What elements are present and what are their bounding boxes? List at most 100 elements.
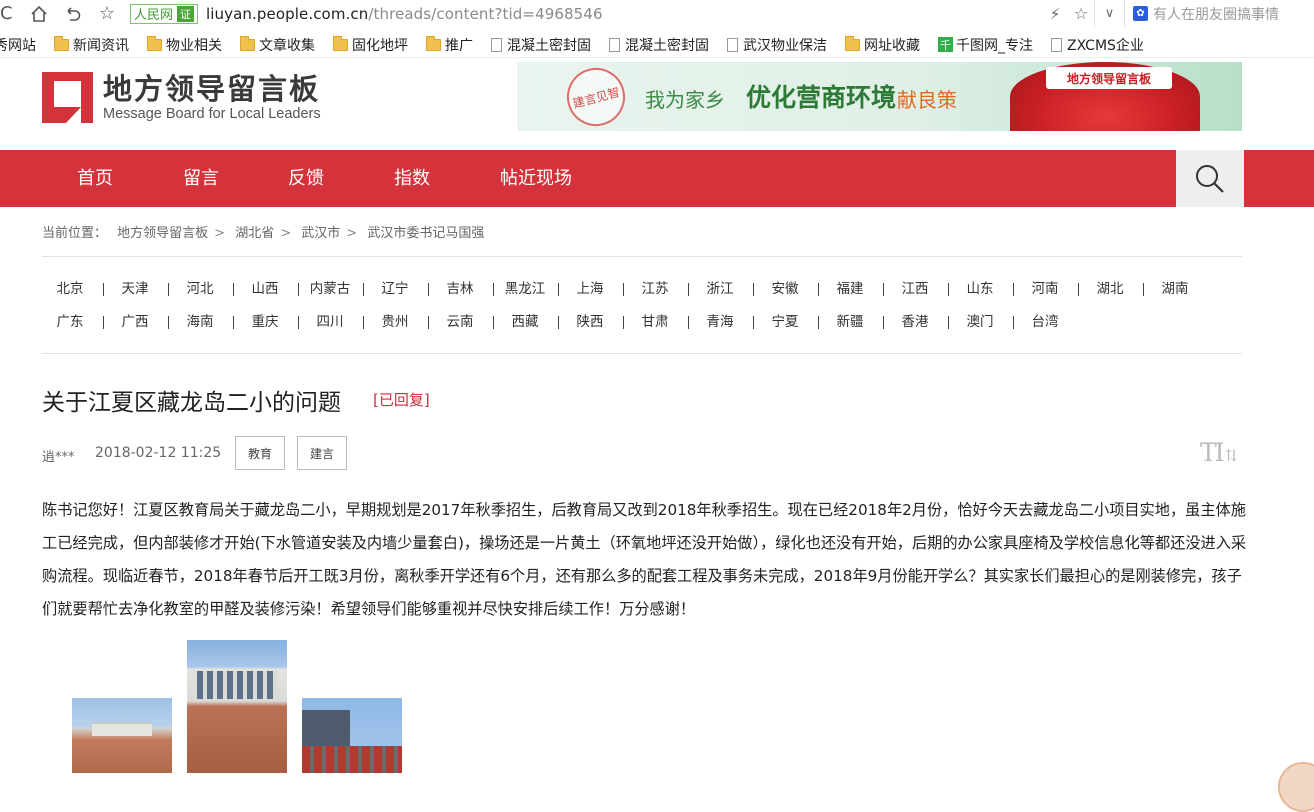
province-link[interactable]: 福建 [822, 279, 878, 299]
province-link[interactable]: 江西 [887, 279, 943, 299]
site-badge-label: 人民网 [134, 8, 174, 23]
hot-search-box[interactable]: ✿ 有人在朋友圈搞事情 [1124, 0, 1314, 27]
province-link[interactable]: 重庆 [237, 312, 293, 332]
bookmark-item[interactable]: 固化地坪 [333, 35, 408, 55]
nav-home[interactable]: 首页 [77, 150, 113, 207]
nav-feedback[interactable]: 反馈 [288, 150, 324, 207]
bookmark-item[interactable]: 物业相关 [147, 35, 222, 55]
bookmark-item[interactable]: 武汉物业保洁 [727, 35, 827, 55]
province-link[interactable]: 青海 [692, 312, 748, 332]
province-link[interactable]: 安徽 [757, 279, 813, 299]
province-link[interactable]: 海南 [172, 312, 228, 332]
banner-line2: 优化营商环境 [746, 83, 897, 112]
province-separator [883, 316, 884, 329]
bookmark-item[interactable]: 推广 [426, 35, 473, 55]
province-link[interactable]: 山东 [952, 279, 1008, 299]
chevron-down-icon[interactable]: ∨ [1094, 0, 1124, 27]
province-separator [818, 283, 819, 296]
qiantu-icon: 千 [938, 37, 953, 52]
bookmark-item[interactable]: 混凝土密封固 [491, 35, 591, 55]
url-input[interactable]: liuyan.people.com.cn/threads/content?tid… [206, 5, 603, 23]
breadcrumb-separator: > [346, 226, 358, 241]
bookmark-item[interactable]: 千千图网_专注 [938, 35, 1033, 55]
province-separator [428, 316, 429, 329]
status-badge: [已回复] [373, 391, 430, 409]
province-separator [753, 316, 754, 329]
home-icon[interactable] [22, 0, 56, 27]
cert-badge: 证 [177, 5, 195, 22]
nav-messages[interactable]: 留言 [183, 150, 219, 207]
province-link[interactable]: 四川 [302, 312, 358, 332]
province-link[interactable]: 江苏 [627, 279, 683, 299]
province-link[interactable]: 浙江 [692, 279, 748, 299]
province-separator [233, 283, 234, 296]
floating-widget-icon[interactable] [1278, 762, 1314, 812]
banner-lantern-label: 地方领导留言板 [1046, 67, 1172, 89]
province-link[interactable]: 湖南 [1147, 279, 1203, 299]
bookmark-item[interactable]: ZXCMS企业 [1051, 35, 1144, 55]
attachment-photo-2[interactable] [187, 640, 287, 773]
tag-education[interactable]: 教育 [235, 436, 285, 470]
province-link[interactable]: 辽宁 [367, 279, 423, 299]
province-link[interactable]: 天津 [107, 279, 163, 299]
province-link[interactable]: 北京 [42, 279, 98, 299]
folder-icon [426, 35, 441, 51]
province-link[interactable]: 贵州 [367, 312, 423, 332]
province-link[interactable]: 西藏 [497, 312, 553, 332]
bookmark-star-icon[interactable]: ☆ [90, 0, 124, 27]
tag-suggestion[interactable]: 建言 [297, 436, 347, 470]
province-link[interactable]: 澳门 [952, 312, 1008, 332]
province-link[interactable]: 内蒙古 [302, 279, 358, 299]
province-link[interactable]: 广西 [107, 312, 163, 332]
page-icon [727, 37, 738, 52]
nav-onsite[interactable]: 帖近现场 [500, 150, 572, 207]
reload-icon[interactable]: C [0, 0, 22, 27]
province-separator [688, 283, 689, 296]
breadcrumb-item-city[interactable]: 武汉市 [301, 226, 340, 241]
province-separator [1143, 283, 1144, 296]
baidu-paw-icon: ✿ [1133, 6, 1148, 21]
province-link[interactable]: 甘肃 [627, 312, 683, 332]
province-link[interactable]: 陕西 [562, 312, 618, 332]
campaign-banner[interactable]: 建言见智 我为家乡 优化营商环境 献良策 地方领导留言板 [517, 62, 1242, 131]
undo-icon[interactable] [56, 0, 90, 27]
bookmark-label: 秀网站 [0, 37, 36, 54]
favorite-icon[interactable]: ☆ [1068, 4, 1094, 23]
province-separator [623, 316, 624, 329]
province-link[interactable]: 上海 [562, 279, 618, 299]
bookmark-item[interactable]: 文章收集 [240, 35, 315, 55]
province-separator [363, 283, 364, 296]
bookmark-item[interactable]: 网址收藏 [845, 35, 920, 55]
bookmark-label: ZXCMS企业 [1067, 37, 1144, 54]
province-link[interactable]: 河北 [172, 279, 228, 299]
bookmark-item[interactable]: 混凝土密封固 [609, 35, 709, 55]
province-link[interactable]: 河南 [1017, 279, 1073, 299]
bookmark-item[interactable]: 秀网站 [0, 35, 36, 55]
breadcrumb-item-site[interactable]: 地方领导留言板 [117, 226, 208, 241]
province-link[interactable]: 广东 [42, 312, 98, 332]
site-logo[interactable]: 地方领导留言板 Message Board for Local Leaders [42, 72, 321, 123]
attachment-photo-3[interactable] [302, 698, 402, 773]
breadcrumb-item-province[interactable]: 湖北省 [235, 226, 274, 241]
speed-mode-icon[interactable]: ⚡ [1042, 5, 1068, 23]
province-link[interactable]: 吉林 [432, 279, 488, 299]
province-separator [818, 316, 819, 329]
province-link[interactable]: 湖北 [1082, 279, 1138, 299]
province-link[interactable]: 台湾 [1017, 312, 1073, 332]
breadcrumb-item-leader[interactable]: 武汉市委书记马国强 [367, 226, 484, 241]
province-link[interactable]: 山西 [237, 279, 293, 299]
article-body: 陈书记您好！江夏区教育局关于藏龙岛二小，早期规划是2017年秋季招生，后教育局又… [42, 501, 1247, 618]
site-identity-badge[interactable]: 人民网 证 [130, 3, 199, 24]
province-link[interactable]: 香港 [887, 312, 943, 332]
folder-icon [240, 35, 255, 51]
province-link[interactable]: 宁夏 [757, 312, 813, 332]
nav-index[interactable]: 指数 [394, 150, 430, 207]
font-size-toggle-icon[interactable]: TI ⇅ [1200, 438, 1238, 467]
province-link[interactable]: 云南 [432, 312, 488, 332]
province-link[interactable]: 黑龙江 [497, 279, 553, 299]
banner-line1: 我为家乡 [645, 88, 725, 112]
attachment-photo-1[interactable] [72, 698, 172, 773]
search-button[interactable] [1176, 150, 1244, 207]
province-link[interactable]: 新疆 [822, 312, 878, 332]
bookmark-item[interactable]: 新闻资讯 [54, 35, 129, 55]
